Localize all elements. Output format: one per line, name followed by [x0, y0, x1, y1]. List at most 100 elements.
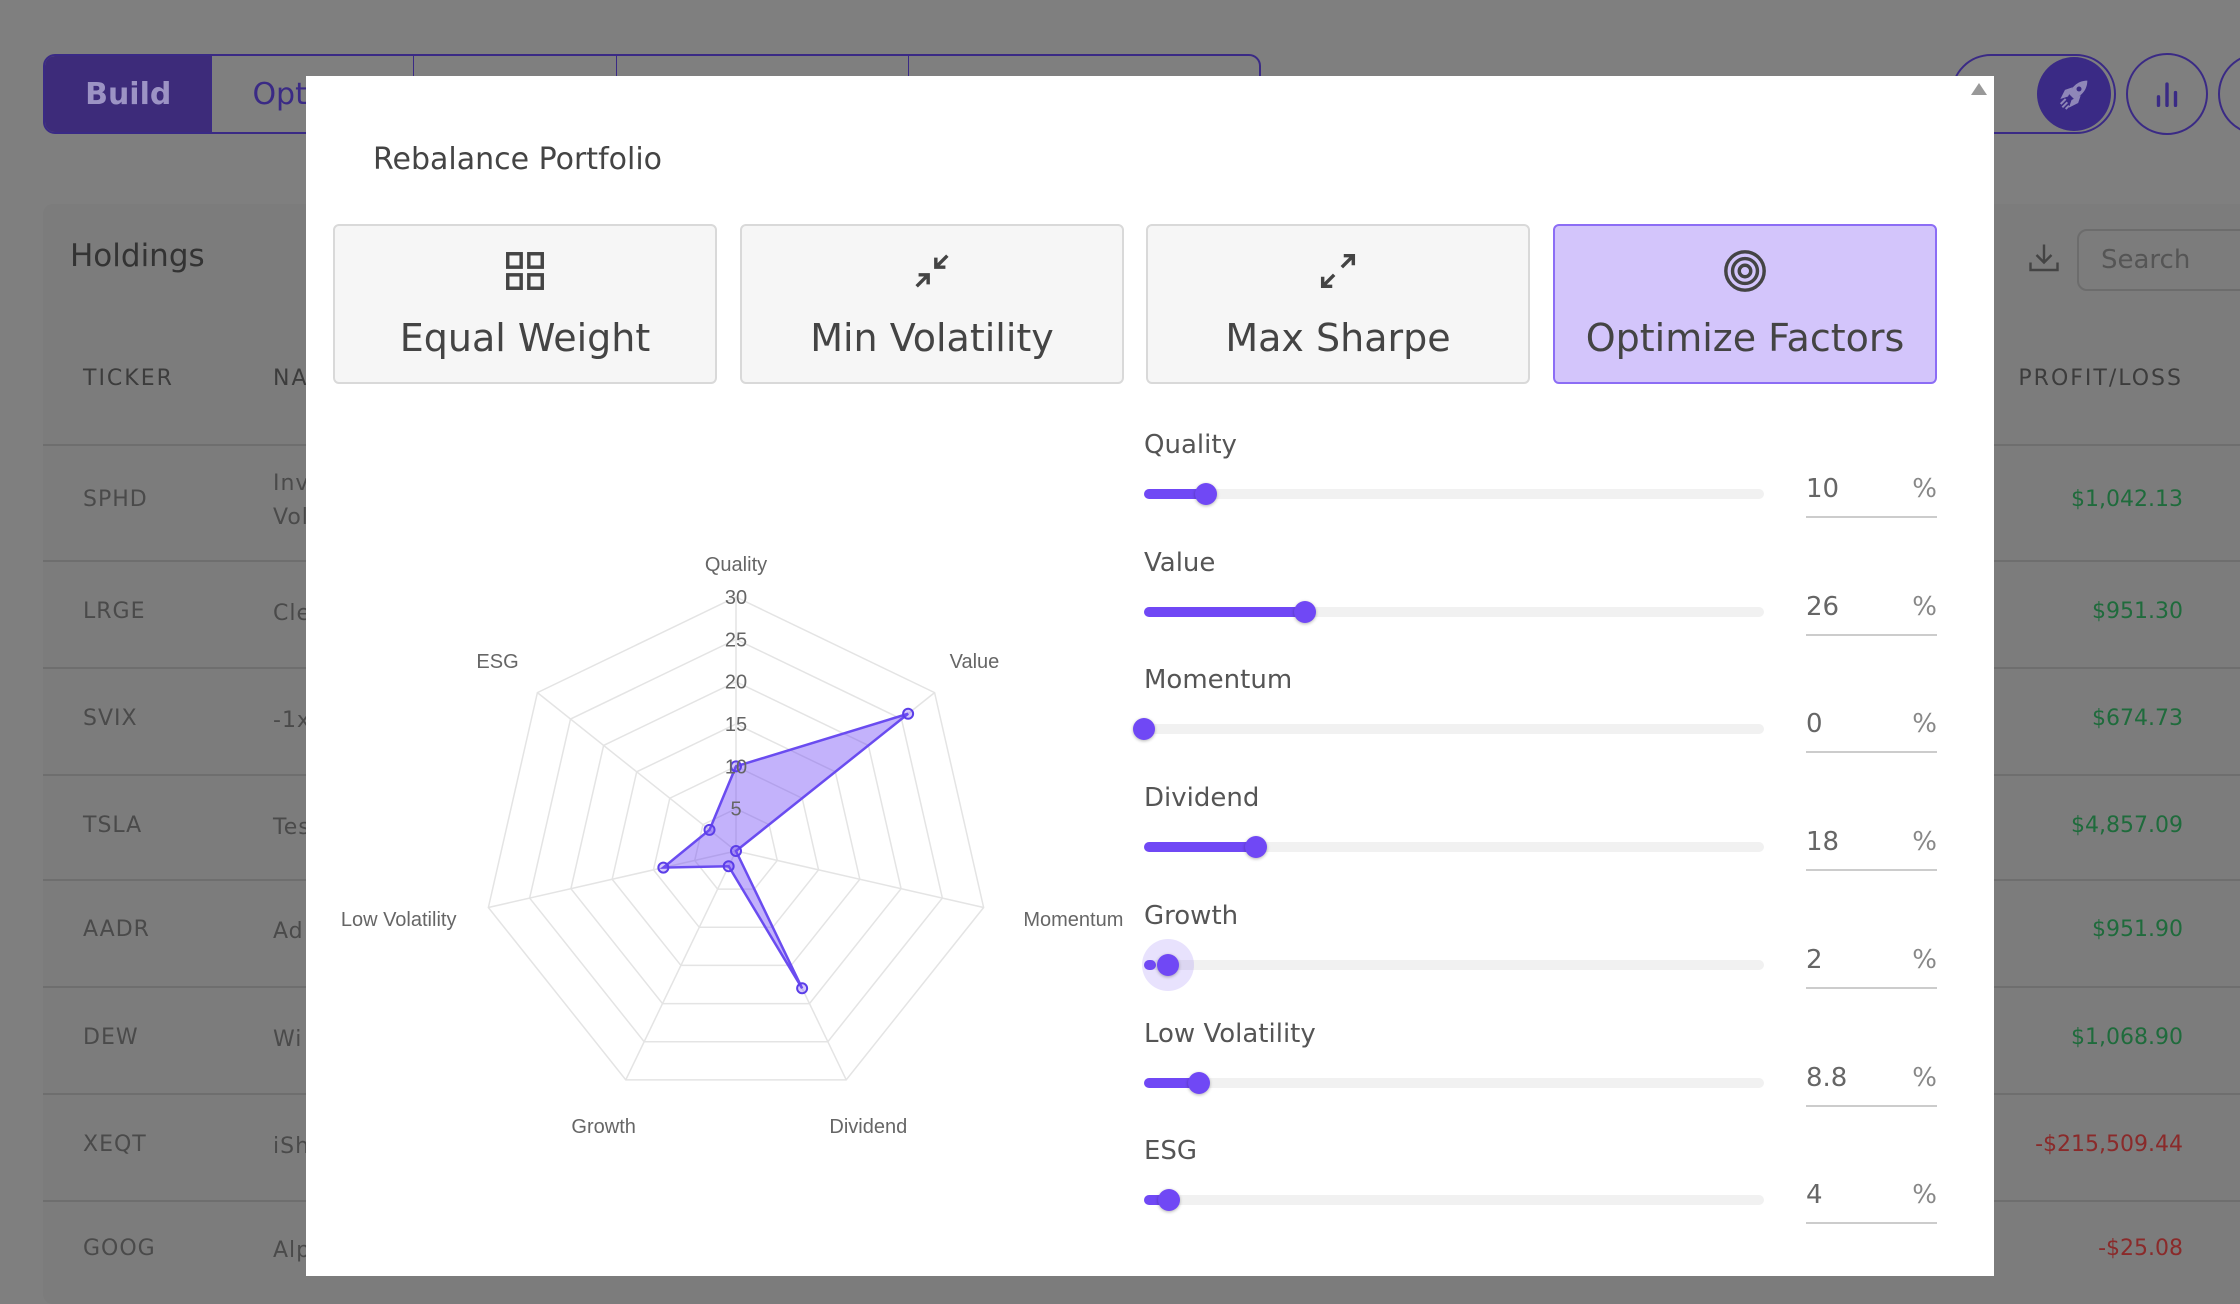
- factor-value: 0: [1806, 709, 1823, 740]
- download-icon[interactable]: [2026, 240, 2062, 276]
- factor-slider-track[interactable]: [1144, 959, 1764, 970]
- ticker-cell: LRGE: [83, 599, 146, 624]
- rocket-icon: [2059, 80, 2088, 110]
- axis-label: Value: [950, 651, 1000, 673]
- tick-label: 30: [725, 587, 747, 609]
- search-input[interactable]: Search: [2077, 229, 2240, 291]
- factor-label: Dividend: [1144, 783, 1260, 814]
- holdings-title: Holdings: [70, 238, 205, 274]
- factor-label: Low Volatility: [1144, 1018, 1316, 1049]
- tick-label: 10: [725, 756, 747, 778]
- factor-row: ESG 4%: [1144, 1136, 1984, 1254]
- factor-slider-thumb[interactable]: [1157, 1189, 1180, 1212]
- axis-label: Growth: [571, 1116, 635, 1138]
- target-icon: [1724, 250, 1766, 292]
- percent-unit: %: [1912, 1180, 1937, 1211]
- data-point: [703, 823, 716, 836]
- more-button[interactable]: [2218, 53, 2240, 135]
- axis-label: ESG: [476, 651, 518, 673]
- ticker-cell: TSLA: [83, 813, 143, 838]
- factor-radar-chart: 5 10 15 20 25 30 Quality Value Momentum Dividend G…: [341, 554, 1124, 1138]
- factor-slider-fill: [1144, 842, 1256, 853]
- name-cell: iSh: [273, 1134, 311, 1159]
- max-sharpe-button[interactable]: Max Sharpe: [1146, 224, 1530, 384]
- ticker-cell: XEQT: [83, 1132, 147, 1157]
- factor-slider-thumb[interactable]: [1294, 600, 1317, 623]
- factor-label: Quality: [1144, 430, 1237, 460]
- factor-value: 4: [1806, 1180, 1823, 1211]
- factor-row: Dividend 18%: [1144, 783, 1984, 901]
- analytics-button[interactable]: [2126, 53, 2208, 135]
- factor-value: 2: [1806, 944, 1823, 975]
- data-point: [722, 860, 735, 873]
- optimize-factors-button[interactable]: Optimize Factors: [1553, 224, 1937, 384]
- factor-slider-thumb[interactable]: [1244, 836, 1267, 859]
- axis-label: Quality: [705, 554, 767, 576]
- column-name[interactable]: NA: [273, 366, 309, 391]
- name-cell: Wi: [273, 1027, 303, 1052]
- grid-spoke: [735, 850, 984, 909]
- factor-value-input[interactable]: 0%: [1806, 709, 1937, 754]
- factor-slider-track[interactable]: [1144, 489, 1764, 499]
- data-point: [796, 982, 809, 995]
- factor-slider-track[interactable]: [1144, 1195, 1764, 1206]
- data-point: [902, 707, 915, 720]
- percent-unit: %: [1912, 1062, 1937, 1093]
- tick-label: 20: [725, 672, 747, 694]
- scroll-up-arrow-icon[interactable]: [1970, 82, 1988, 96]
- data-point: [730, 845, 742, 857]
- factor-value-input[interactable]: 8.8%: [1806, 1063, 1937, 1107]
- name-cell: Inv Vol: [273, 471, 310, 530]
- factor-row: Growth 2%: [1142, 900, 1984, 1019]
- tick-label: 15: [725, 714, 747, 736]
- factor-value-input[interactable]: 26%: [1806, 592, 1937, 636]
- factor-row: Momentum 0%: [1133, 665, 1984, 783]
- rebalance-modal: Rebalance Portfolio Equal Weight Min Vol…: [306, 76, 1994, 1276]
- factor-value: 8.8: [1806, 1062, 1848, 1093]
- rocket-button[interactable]: [2037, 57, 2111, 131]
- axis-label: Low Volatility: [341, 909, 457, 931]
- ticker-cell: SPHD: [83, 487, 148, 512]
- percent-unit: %: [1912, 709, 1937, 740]
- factor-slider-thumb[interactable]: [1195, 483, 1217, 505]
- factor-value-input[interactable]: 2%: [1806, 945, 1937, 989]
- factor-row: Low Volatility 8.8%: [1144, 1019, 1984, 1137]
- expand-icon: [1320, 253, 1356, 289]
- factor-value: 18: [1806, 827, 1840, 858]
- factor-value-input[interactable]: 18%: [1806, 827, 1937, 872]
- factor-slider-track[interactable]: [1144, 1077, 1764, 1088]
- column-ticker[interactable]: TICKER: [83, 366, 174, 391]
- factor-label: ESG: [1144, 1136, 1198, 1167]
- factor-slider-fill: [1144, 606, 1306, 617]
- percent-unit: %: [1912, 944, 1937, 975]
- factor-label: Growth: [1144, 900, 1239, 931]
- factor-row: Quality 10%: [1144, 430, 1984, 548]
- percent-unit: %: [1912, 827, 1937, 858]
- factor-label: Value: [1144, 547, 1216, 578]
- ticker-cell: AADR: [83, 917, 150, 942]
- tab-build[interactable]: Build: [45, 56, 213, 132]
- factor-slider-track[interactable]: [1144, 724, 1764, 735]
- ticker-cell: SVIX: [83, 706, 138, 731]
- bar-chart-icon: [2156, 82, 2178, 108]
- factor-value-input[interactable]: 4%: [1806, 1180, 1937, 1225]
- ticker-cell: DEW: [83, 1025, 139, 1050]
- factor-value: 26: [1806, 591, 1840, 622]
- axis-label: Momentum: [1023, 909, 1123, 931]
- percent-unit: %: [1912, 591, 1937, 622]
- name-cell: Ad: [273, 919, 304, 944]
- tick-label: 25: [725, 629, 747, 651]
- factor-label: Momentum: [1144, 665, 1293, 696]
- max-sharpe-label: Max Sharpe: [1225, 316, 1451, 360]
- tick-label: 5: [730, 799, 741, 821]
- factor-slider-thumb[interactable]: [1133, 718, 1155, 741]
- ticker-cell: GOOG: [83, 1236, 156, 1261]
- factor-value-input[interactable]: 10%: [1806, 474, 1937, 518]
- axis-label: Dividend: [829, 1116, 907, 1138]
- optimize-factors-label: Optimize Factors: [1585, 316, 1905, 360]
- percent-unit: %: [1912, 474, 1937, 504]
- factor-slider-thumb[interactable]: [1187, 1071, 1210, 1094]
- data-area: [659, 712, 909, 989]
- factor-row: Value 26%: [1144, 548, 1984, 666]
- factor-value: 10: [1806, 474, 1840, 504]
